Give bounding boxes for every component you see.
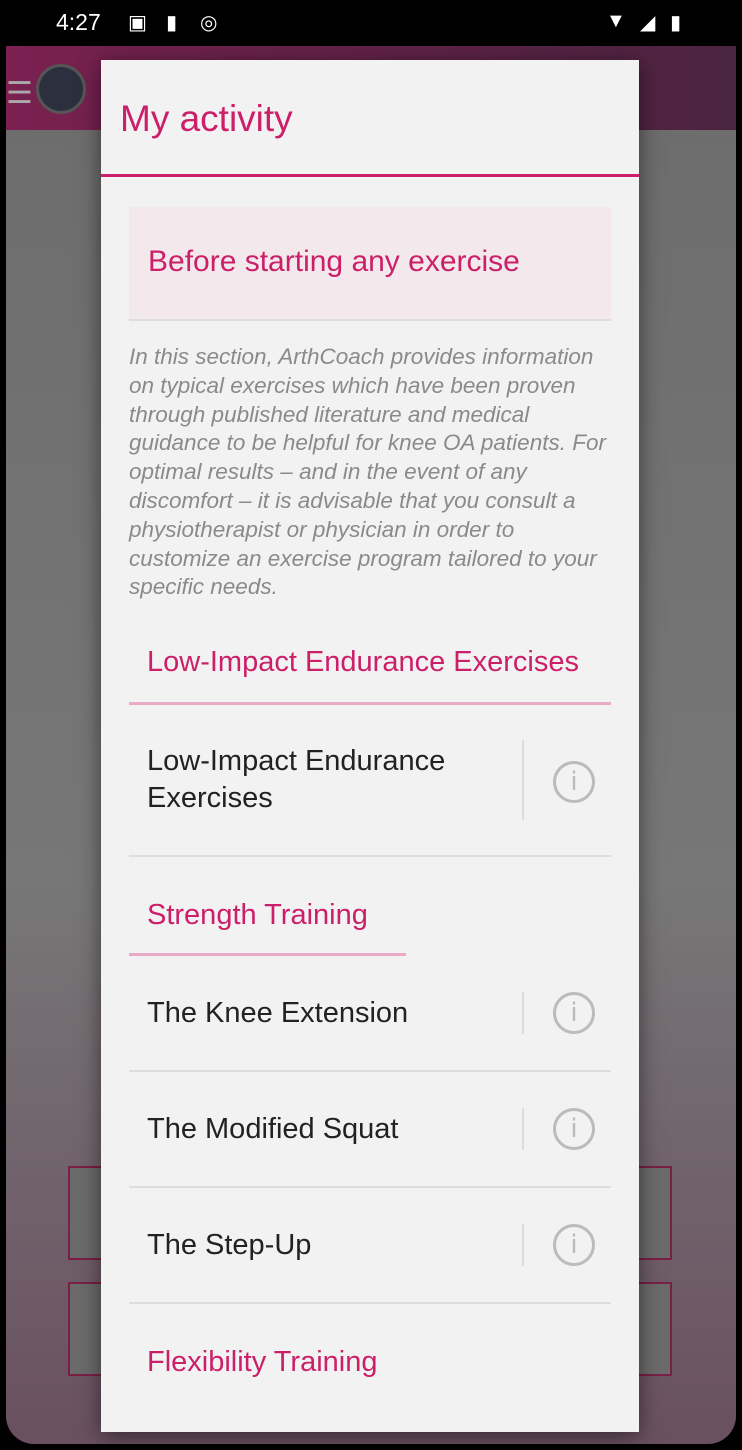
info-icon[interactable]: i (553, 1108, 595, 1151)
status-bar: 4:27 ▣ ▮ ◎ ▼ ◢ ▮ (0, 0, 742, 46)
intro-text: In this section, ArthCoach provides info… (129, 344, 606, 600)
exercise-row[interactable]: Low-Impact Endurance Exercises i (129, 705, 611, 858)
info-icon[interactable]: i (553, 992, 595, 1035)
divider (522, 740, 524, 821)
exercise-label: Low-Impact Endurance Exercises (147, 745, 446, 815)
exercise-label: The Step-Up (147, 1228, 312, 1261)
sync-icon: ◎ (200, 12, 218, 34)
wifi-icon: ▼ (606, 10, 626, 32)
section-header-flexibility: Flexibility Training (147, 1346, 378, 1379)
exercise-row[interactable]: The Step-Up i (129, 1188, 611, 1305)
section-header-endurance: Low-Impact Endurance Exercises (147, 646, 579, 679)
exercise-row[interactable]: The Knee Extension i (129, 956, 611, 1073)
divider (522, 1224, 524, 1267)
intro-card[interactable]: Before starting any exercise (129, 207, 611, 321)
info-icon[interactable]: i (553, 761, 595, 804)
clock: 4:27 (56, 9, 101, 35)
signal-icon: ◢ (640, 12, 656, 34)
divider (522, 1108, 524, 1151)
title-divider (101, 174, 639, 177)
info-icon[interactable]: i (553, 1224, 595, 1267)
divider (522, 992, 524, 1035)
menu-icon[interactable]: ☰ (6, 76, 33, 111)
dialog-title: My activity (120, 98, 293, 139)
my-activity-dialog: My activity Before starting any exercise… (101, 60, 639, 1432)
battery-icon: ▮ (670, 12, 682, 34)
app-logo (36, 64, 86, 114)
section-header-strength: Strength Training (147, 899, 368, 932)
exercise-label: The Modified Squat (147, 1112, 399, 1145)
notification-icon: ▣ (128, 12, 147, 34)
dialog-content[interactable]: Before starting any exercise In this sec… (129, 207, 611, 1381)
sd-card-icon: ▮ (166, 12, 178, 34)
exercise-row[interactable]: The Modified Squat i (129, 1072, 611, 1189)
exercise-label: The Knee Extension (147, 996, 409, 1029)
